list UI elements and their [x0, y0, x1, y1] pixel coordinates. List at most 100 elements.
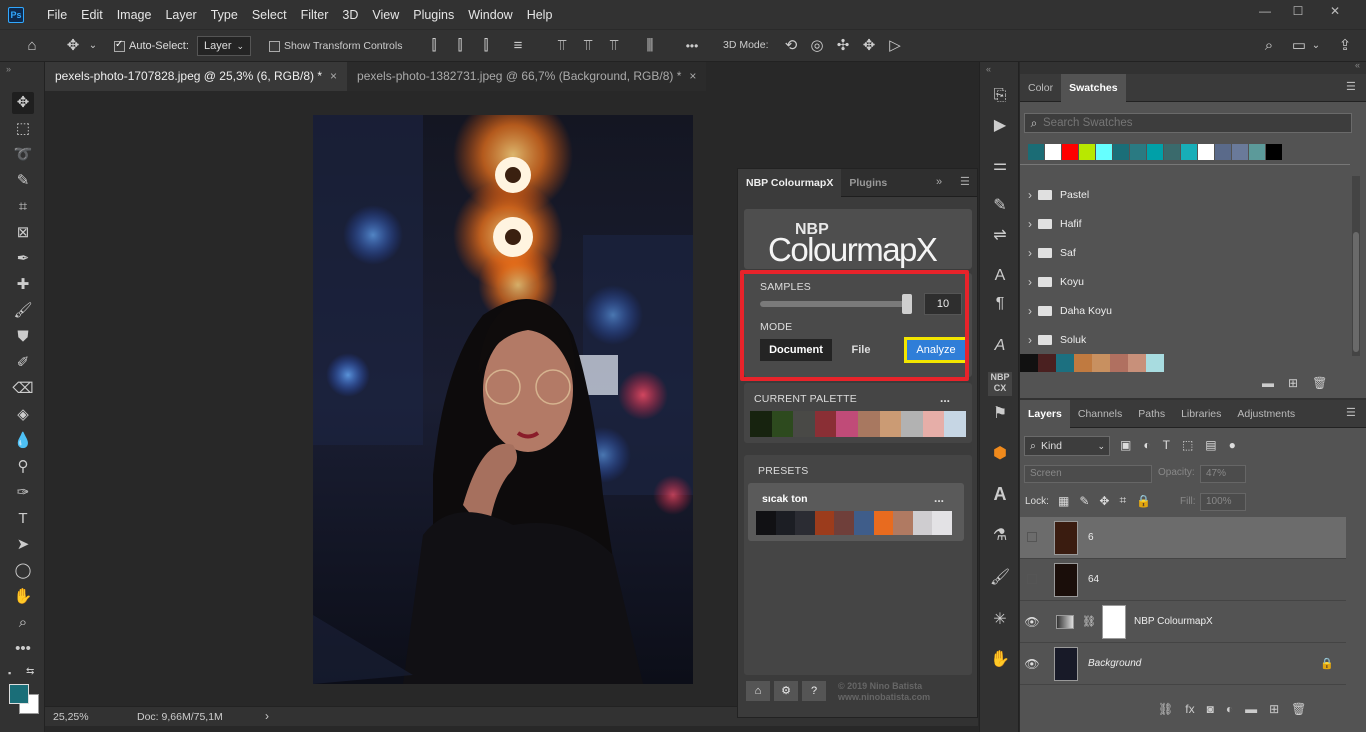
layer-row[interactable]: 👁 ⛓ NBP ColourmapX: [1020, 601, 1346, 643]
history-brush-tool-icon[interactable]: ✐: [12, 352, 34, 374]
chevron-right-icon[interactable]: ›: [1028, 217, 1032, 231]
filter-adjustment-icon[interactable]: ◐: [1143, 438, 1150, 452]
sparkle-icon[interactable]: ✳: [988, 608, 1012, 632]
tab-libraries[interactable]: Libraries: [1173, 400, 1229, 428]
type-tool-icon[interactable]: T: [12, 508, 34, 530]
collapse-arrows-icon[interactable]: «: [1355, 60, 1360, 70]
menu-select[interactable]: Select: [245, 0, 294, 30]
color-swatch[interactable]: [1232, 144, 1248, 160]
preset-swatch[interactable]: [912, 511, 933, 535]
color-swatch[interactable]: [1147, 144, 1163, 160]
color-swatch[interactable]: [1164, 144, 1180, 160]
add-mask-icon[interactable]: ◙: [1207, 702, 1214, 716]
color-swatch[interactable]: [1074, 354, 1092, 372]
history-icon[interactable]: ⎘: [988, 84, 1012, 108]
palette-swatch[interactable]: [879, 411, 902, 437]
chevron-down-icon[interactable]: ⌄: [1310, 30, 1322, 62]
palette-more-button[interactable]: ...: [940, 391, 950, 405]
align-right-icon[interactable]: ⫿: [476, 30, 496, 62]
new-adjustment-icon[interactable]: ◐: [1226, 702, 1233, 716]
brush-tool-icon[interactable]: 🖌: [12, 300, 34, 322]
filter-type-icon[interactable]: T: [1163, 438, 1170, 452]
layer-name[interactable]: NBP ColourmapX: [1134, 616, 1213, 627]
expand-panel-icon[interactable]: »: [936, 176, 942, 188]
bottom-swatch-row[interactable]: [1020, 354, 1164, 372]
zoom-tool-icon[interactable]: ⌕: [12, 612, 34, 634]
healing-brush-tool-icon[interactable]: ✚: [12, 274, 34, 296]
help-icon[interactable]: ?: [802, 681, 826, 701]
doc-tab-1[interactable]: pexels-photo-1707828.jpeg @ 25,3% (6, RG…: [45, 62, 348, 91]
layer-row[interactable]: 6: [1020, 517, 1346, 559]
filter-toggle-icon[interactable]: ●: [1229, 438, 1236, 452]
chevron-right-icon[interactable]: ›: [1028, 333, 1032, 347]
color-swatch[interactable]: [1181, 144, 1197, 160]
align-top-icon[interactable]: ⫪: [552, 30, 572, 62]
samples-slider-track[interactable]: [760, 301, 912, 307]
layer-name[interactable]: 6: [1088, 532, 1094, 543]
lasso-tool-icon[interactable]: ➰: [12, 144, 34, 166]
collapse-arrows-icon[interactable]: »: [6, 64, 11, 74]
home-icon[interactable]: ⌂: [746, 681, 770, 701]
frame-tool-icon[interactable]: ⊠: [12, 222, 34, 244]
chevron-down-icon[interactable]: ⌄: [86, 30, 100, 62]
brush-settings-icon[interactable]: ✎: [988, 194, 1012, 218]
distribute-icon[interactable]: ≡: [508, 30, 528, 62]
3d-cube-icon[interactable]: ⬢: [988, 442, 1012, 466]
lock-transparent-icon[interactable]: ▦: [1058, 494, 1069, 508]
paragraph-icon[interactable]: ¶: [988, 292, 1012, 316]
scrollbar-thumb[interactable]: [1353, 232, 1359, 352]
chevron-right-icon[interactable]: ›: [1028, 304, 1032, 318]
layer-row[interactable]: 👁 Background 🔒: [1020, 643, 1346, 685]
menu-edit[interactable]: Edit: [74, 0, 110, 30]
color-swatch[interactable]: [1028, 144, 1044, 160]
recent-swatches[interactable]: [1028, 144, 1282, 160]
panel-menu-icon[interactable]: ☰: [1346, 406, 1356, 419]
swatches-scrollbar[interactable]: [1352, 176, 1360, 356]
tab-color[interactable]: Color: [1020, 74, 1061, 102]
chevron-right-icon[interactable]: ›: [1028, 275, 1032, 289]
tab-nbp-colourmapx[interactable]: NBP ColourmapX: [738, 168, 842, 197]
color-swatch[interactable]: [1128, 354, 1146, 372]
palette-swatch[interactable]: [857, 411, 880, 437]
marquee-tool-icon[interactable]: ⬚: [12, 118, 34, 140]
paint-bucket-tool-icon[interactable]: ◈: [12, 404, 34, 426]
samples-slider-thumb[interactable]: [902, 294, 912, 314]
palette-swatch[interactable]: [836, 411, 858, 437]
align-middle-icon[interactable]: ⫪: [578, 30, 598, 62]
preset-swatch[interactable]: [756, 511, 776, 535]
workspace-icon[interactable]: ▭: [1288, 30, 1310, 62]
preset-swatch[interactable]: [853, 511, 874, 535]
color-swatch[interactable]: [1266, 144, 1282, 160]
3d-rotate-icon[interactable]: ⟲: [780, 30, 802, 62]
preset-swatch[interactable]: [795, 511, 815, 535]
menu-filter[interactable]: Filter: [294, 0, 336, 30]
filter-pixel-icon[interactable]: ▣: [1120, 438, 1131, 452]
menu-image[interactable]: Image: [110, 0, 159, 30]
status-menu-arrow-icon[interactable]: ›: [265, 709, 269, 723]
trash-icon[interactable]: 🗑: [1312, 376, 1327, 390]
menu-file[interactable]: File: [40, 0, 74, 30]
type-panel-icon[interactable]: A: [988, 482, 1012, 506]
fill-input[interactable]: 100%: [1200, 493, 1246, 511]
close-icon[interactable]: ×: [330, 62, 337, 91]
glyphs-icon[interactable]: A: [988, 334, 1012, 358]
nbp-plugin-icon[interactable]: NBP CX: [988, 372, 1012, 396]
blend-mode-dropdown[interactable]: Screen: [1024, 465, 1152, 483]
brushes-icon[interactable]: ⇌: [988, 224, 1012, 248]
swatch-folder[interactable]: › Pastel: [1020, 180, 1350, 209]
lock-position-icon[interactable]: ✥: [1099, 494, 1109, 508]
palette-swatch[interactable]: [793, 411, 815, 437]
color-swatch[interactable]: [1092, 354, 1110, 372]
move-tool-icon[interactable]: ✥: [12, 92, 34, 114]
close-icon[interactable]: ×: [689, 62, 696, 91]
mode-file-button[interactable]: File: [832, 339, 890, 361]
maximize-button[interactable]: ☐: [1287, 4, 1309, 20]
foreground-color-swatch[interactable]: [9, 684, 29, 704]
color-swatch[interactable]: [1020, 354, 1038, 372]
menu-view[interactable]: View: [365, 0, 406, 30]
color-swatch[interactable]: [1198, 144, 1214, 160]
folder-icon[interactable]: ▬: [1262, 376, 1274, 390]
new-layer-icon[interactable]: ⊞: [1269, 702, 1279, 716]
tab-layers[interactable]: Layers: [1020, 399, 1070, 428]
color-swatch[interactable]: [1062, 144, 1078, 160]
